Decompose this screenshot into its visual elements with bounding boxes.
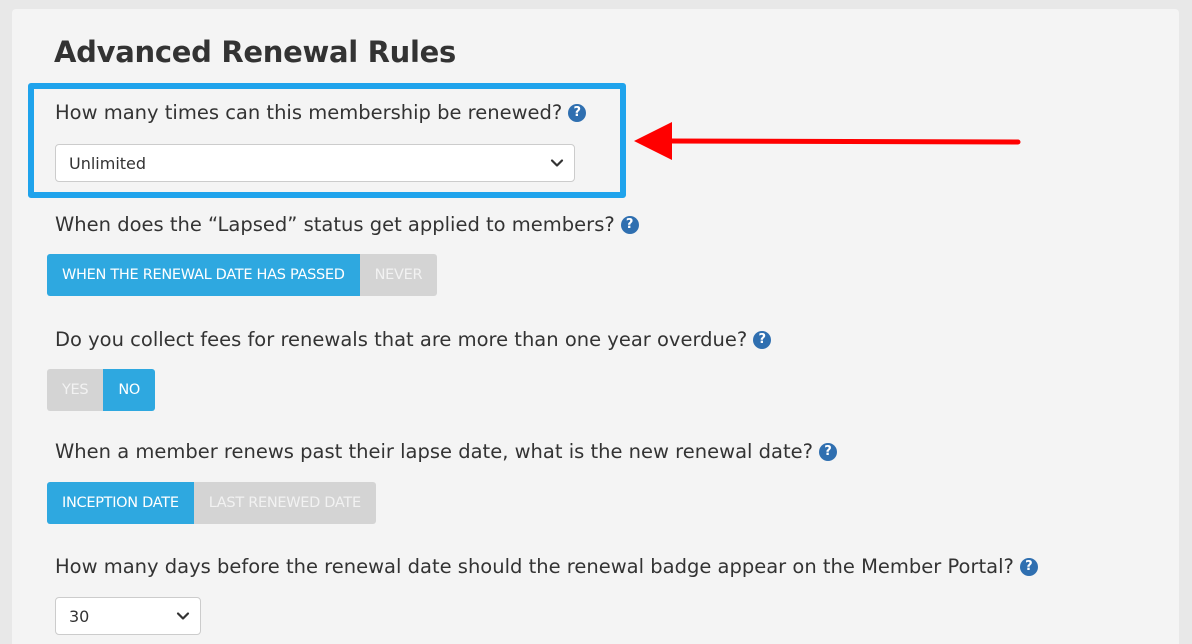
help-icon[interactable]: ? (1019, 557, 1038, 576)
new-renewal-date-label: When a member renews past their lapse da… (55, 440, 813, 463)
lapsed-option-never[interactable]: NEVER (359, 254, 438, 296)
badge-days-select[interactable]: 30 (55, 597, 201, 635)
lapsed-status-toggle: WHEN THE RENEWAL DATE HAS PASSED NEVER (47, 254, 438, 296)
chevron-down-icon (176, 612, 190, 620)
renewal-date-option-inception[interactable]: INCEPTION DATE (47, 482, 194, 524)
overdue-option-yes[interactable]: YES (47, 369, 104, 411)
help-icon[interactable]: ? (568, 103, 587, 122)
overdue-fees-toggle: YES NO (47, 369, 155, 411)
overdue-option-no[interactable]: NO (103, 369, 155, 411)
renewal-date-option-last-renewed[interactable]: LAST RENEWED DATE (193, 482, 376, 524)
lapsed-status-question: When does the “Lapsed” status get applie… (55, 213, 639, 236)
new-renewal-date-question: When a member renews past their lapse da… (55, 440, 837, 463)
renewal-limit-select[interactable]: Unlimited (55, 144, 575, 182)
renewal-limit-value: Unlimited (69, 153, 147, 173)
new-renewal-date-toggle: INCEPTION DATE LAST RENEWED DATE (47, 482, 376, 524)
lapsed-option-renewal-passed[interactable]: WHEN THE RENEWAL DATE HAS PASSED (47, 254, 360, 296)
help-icon[interactable]: ? (753, 330, 772, 349)
renewal-limit-label: How many times can this membership be re… (55, 101, 563, 124)
lapsed-status-label: When does the “Lapsed” status get applie… (55, 213, 615, 236)
overdue-fees-label: Do you collect fees for renewals that ar… (55, 328, 748, 351)
badge-days-question: How many days before the renewal date sh… (55, 555, 1038, 578)
page-title: Advanced Renewal Rules (54, 35, 456, 69)
help-icon[interactable]: ? (818, 442, 837, 461)
overdue-fees-question: Do you collect fees for renewals that ar… (55, 328, 772, 351)
chevron-down-icon (550, 159, 564, 167)
renewal-limit-question: How many times can this membership be re… (55, 101, 587, 124)
help-icon[interactable]: ? (620, 215, 639, 234)
badge-days-label: How many days before the renewal date sh… (55, 555, 1014, 578)
badge-days-value: 30 (69, 606, 90, 626)
